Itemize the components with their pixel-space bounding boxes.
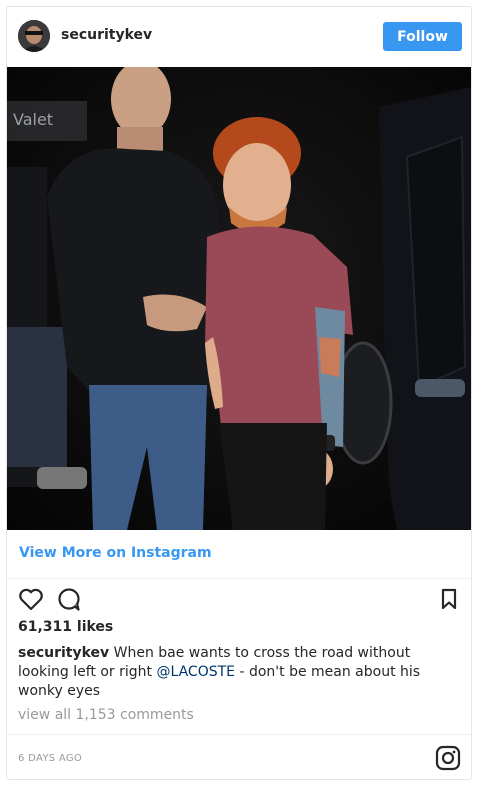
likes-count[interactable]: 61,311 likes <box>18 619 113 635</box>
post-photo[interactable]: Valet <box>7 67 471 530</box>
caption: securitykev When bae wants to cross the … <box>18 644 458 701</box>
caption-mention-link[interactable]: @LACOSTE <box>156 664 235 680</box>
caption-username[interactable]: securitykev <box>18 645 109 661</box>
view-more-row: View More on Instagram <box>7 530 471 579</box>
bookmark-icon[interactable] <box>435 585 463 613</box>
heart-outline-icon[interactable] <box>17 585 45 613</box>
post-footer: 6 DAYS AGO <box>7 734 471 781</box>
view-comments-link[interactable]: view all 1,153 comments <box>18 707 194 723</box>
post-timestamp[interactable]: 6 DAYS AGO <box>18 753 82 764</box>
view-more-link[interactable]: View More on Instagram <box>19 545 212 561</box>
username-link[interactable]: securitykev <box>61 27 152 43</box>
avatar[interactable] <box>18 20 50 52</box>
comment-bubble-icon[interactable] <box>55 585 83 613</box>
valet-sign-text: Valet <box>13 110 53 129</box>
action-bar <box>7 581 471 617</box>
instagram-embed-card: securitykev Follow Valet View More on In… <box>6 6 472 780</box>
instagram-logo-icon[interactable] <box>435 745 461 771</box>
post-header: securitykev Follow <box>7 7 471 67</box>
follow-button[interactable]: Follow <box>383 22 462 51</box>
